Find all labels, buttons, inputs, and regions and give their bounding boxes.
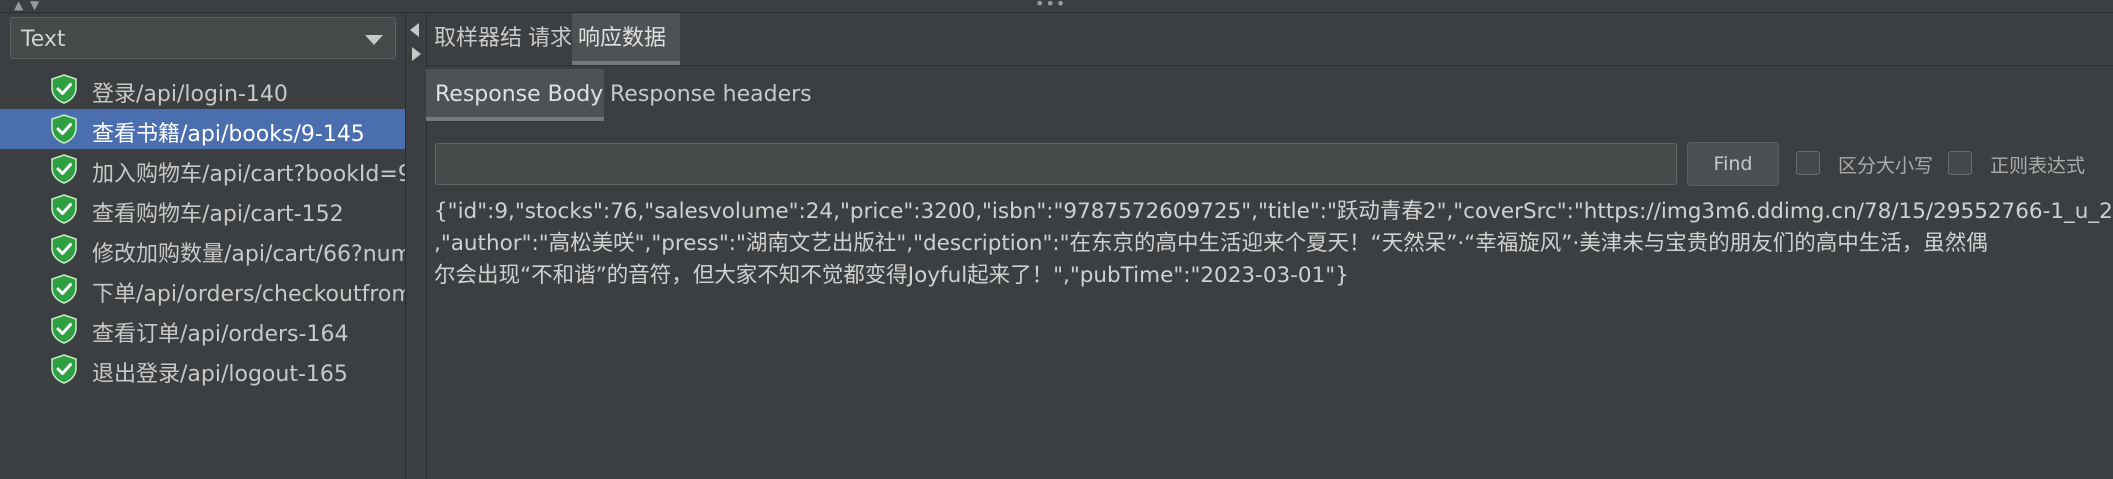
sample-tree-item-label: 退出登录/api/logout-165 — [92, 362, 348, 387]
arrow-right-icon[interactable] — [412, 47, 421, 61]
sample-tree-item[interactable]: 退出登录/api/logout-165 — [0, 349, 405, 389]
case-sensitive-label: 区分大小写 — [1838, 155, 1934, 177]
search-input[interactable] — [435, 143, 1677, 185]
regex-label: 正则表达式 — [1990, 155, 2086, 177]
sample-tree-item-label: 查看书籍/api/books/9-145 — [92, 122, 365, 147]
sample-tree-item[interactable]: 查看书籍/api/books/9-145 — [0, 109, 405, 149]
sample-tree-item[interactable]: 登录/api/login-140 — [0, 69, 405, 109]
tab-request[interactable]: 请求 — [528, 13, 572, 65]
sample-tree-item[interactable]: 加入购物车/api/cart?bookId=9 — [0, 149, 405, 189]
response-line: {"id":9,"stocks":76,"salesvolume":24,"pr… — [434, 199, 2113, 224]
collapse-down-icon[interactable]: ▼ — [30, 0, 39, 12]
response-line: 尔会出现“不和谐”的音符，但大家不知不觉都变得Joyful起来了！","pubT… — [434, 263, 1349, 288]
success-shield-icon — [50, 234, 78, 264]
result-tabs: 取样器结果 请求 响应数据 — [426, 13, 2113, 103]
top-divider: ▲ ▼ ••• — [0, 0, 2113, 13]
sample-tree-item-label: 下单/api/orders/checkoutfrom — [92, 282, 405, 307]
success-shield-icon — [50, 114, 78, 144]
renderer-select[interactable]: Text — [10, 17, 396, 59]
result-detail-panel: 取样器结果 请求 响应数据 Response Body Response hea… — [426, 13, 2113, 479]
success-shield-icon — [50, 354, 78, 384]
regex-checkbox[interactable] — [1948, 151, 1972, 175]
find-button[interactable]: Find — [1687, 142, 1779, 186]
sample-tree-item-label: 登录/api/login-140 — [92, 82, 288, 107]
response-subtabs: Response Body Response headers — [426, 69, 2113, 121]
sample-tree-item[interactable]: 查看订单/api/orders-164 — [0, 309, 405, 349]
panel-splitter[interactable] — [405, 13, 427, 479]
response-line: ,"author":"高松美咲","press":"湖南文艺出版社","desc… — [434, 231, 1988, 256]
arrow-left-icon[interactable] — [410, 23, 419, 37]
results-tree-panel: Text 登录/api/login-140 查看书籍/api/books/9-14… — [0, 13, 405, 479]
drag-handle-icon[interactable]: ••• — [1035, 0, 1066, 13]
renderer-select-value: Text — [21, 27, 66, 52]
success-shield-icon — [50, 274, 78, 304]
tab-response-headers[interactable]: Response headers — [604, 69, 814, 121]
sample-tree-item-label: 修改加购数量/api/cart/66?num — [92, 242, 405, 267]
sample-tree-item-label: 查看购物车/api/cart-152 — [92, 202, 344, 227]
success-shield-icon — [50, 314, 78, 344]
sample-tree-item-label: 查看订单/api/orders-164 — [92, 322, 349, 347]
tab-response-data[interactable]: 响应数据 — [572, 13, 680, 65]
sample-tree: 登录/api/login-140 查看书籍/api/books/9-145 加入购物… — [0, 69, 405, 389]
chevron-down-icon — [365, 35, 383, 45]
success-shield-icon — [50, 154, 78, 184]
collapse-up-icon[interactable]: ▲ — [14, 0, 23, 12]
find-toolbar: Find 区分大小写 正则表达式 — [426, 129, 2113, 189]
sample-tree-item[interactable]: 查看购物车/api/cart-152 — [0, 189, 405, 229]
response-body-text[interactable]: {"id":9,"stocks":76,"salesvolume":24,"pr… — [434, 196, 2113, 292]
tab-response-body[interactable]: Response Body — [426, 69, 604, 121]
success-shield-icon — [50, 74, 78, 104]
success-shield-icon — [50, 194, 78, 224]
sample-tree-item[interactable]: 下单/api/orders/checkoutfrom — [0, 269, 405, 309]
tab-sampler-result[interactable]: 取样器结果 — [426, 13, 528, 103]
sample-tree-item[interactable]: 修改加购数量/api/cart/66?num — [0, 229, 405, 269]
case-sensitive-checkbox[interactable] — [1796, 151, 1820, 175]
sample-tree-item-label: 加入购物车/api/cart?bookId=9 — [92, 162, 405, 187]
